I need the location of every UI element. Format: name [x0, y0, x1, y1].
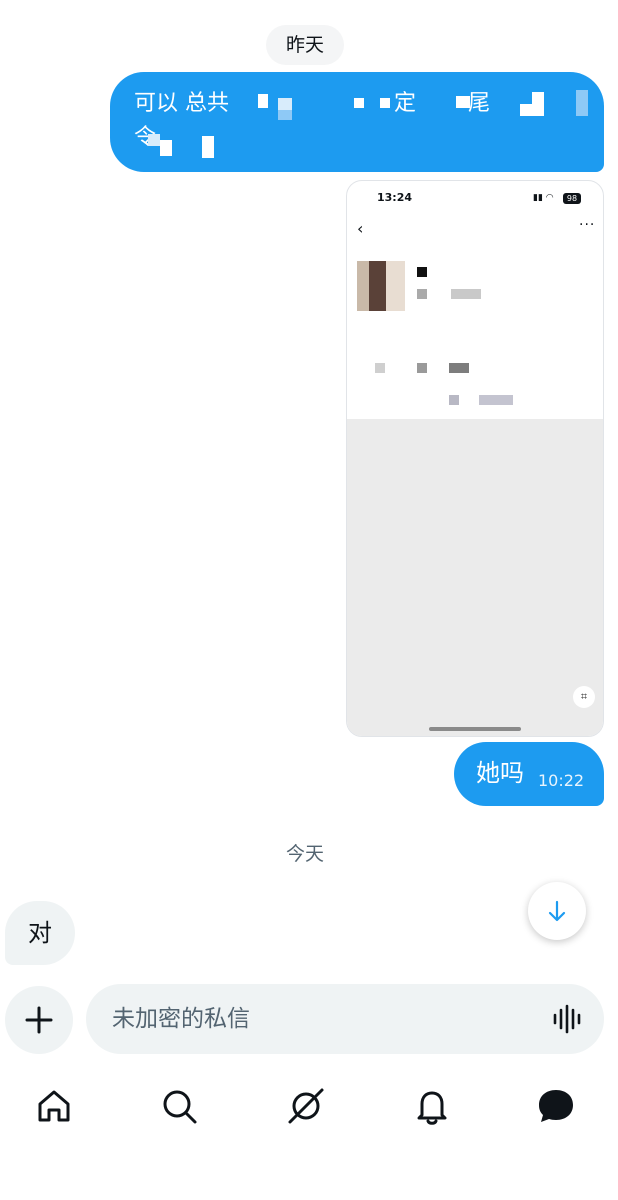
- mosaic-block: [532, 92, 544, 116]
- mosaic-block: [417, 289, 427, 299]
- search-icon: [163, 1090, 197, 1124]
- message-bubble-outgoing[interactable]: 她吗 10:22: [454, 742, 604, 806]
- message-composer[interactable]: 未加密的私信: [86, 984, 604, 1054]
- image-status-time: 13:24: [377, 191, 413, 204]
- mosaic-block: [449, 395, 459, 405]
- battery-icon: 98: [563, 193, 581, 204]
- date-separator-yesterday: 昨天: [266, 25, 344, 65]
- image-status-bar: 13:24 ▮▮ ◠ 98: [347, 181, 603, 215]
- arrow-down-icon: [548, 900, 566, 922]
- date-separator-today: 今天: [285, 843, 324, 865]
- plus-icon: [25, 1006, 53, 1034]
- tab-search[interactable]: [155, 1082, 203, 1130]
- back-icon: ‹: [357, 219, 364, 238]
- message-bubble-incoming[interactable]: 对: [5, 901, 75, 965]
- mosaic-block: [417, 363, 427, 373]
- mosaic-block: [479, 395, 513, 405]
- message-text: 对: [28, 919, 52, 947]
- message-bubble-outgoing[interactable]: 可以 总共 定 尾 令: [110, 72, 604, 172]
- mosaic-block: [160, 140, 172, 156]
- tab-messages[interactable]: [532, 1082, 580, 1130]
- scroll-to-bottom-button[interactable]: [528, 882, 586, 940]
- message-text: 她吗: [476, 759, 524, 787]
- message-text-fragment: 尾: [468, 91, 491, 116]
- add-attachment-button[interactable]: [5, 986, 73, 1054]
- message-input-placeholder[interactable]: 未加密的私信: [112, 1004, 250, 1034]
- message-text-line1: 可以 总共: [134, 91, 229, 116]
- mosaic-block: [417, 267, 427, 277]
- scan-icon: ⌗: [573, 686, 595, 708]
- messages-icon: [539, 1090, 573, 1122]
- avatar: [357, 261, 405, 311]
- message-image[interactable]: 13:24 ▮▮ ◠ 98 ‹ ··· ⌗: [346, 180, 604, 737]
- tab-grok[interactable]: [282, 1082, 330, 1130]
- mosaic-block: [449, 363, 469, 373]
- home-indicator: [429, 727, 521, 731]
- mosaic-block: [451, 289, 481, 299]
- tab-notifications[interactable]: [408, 1082, 456, 1130]
- message-text-fragment: 定: [394, 91, 417, 116]
- bell-icon: [417, 1091, 447, 1125]
- mosaic-block: [576, 90, 588, 116]
- mosaic-block: [258, 94, 268, 108]
- message-timestamp: 10:22: [538, 771, 585, 790]
- mosaic-block: [354, 98, 364, 108]
- mosaic-block: [202, 136, 214, 158]
- image-content-area: [347, 419, 603, 736]
- more-icon: ···: [579, 217, 596, 233]
- voice-waveform-icon[interactable]: [552, 1004, 584, 1034]
- mosaic-block: [278, 110, 292, 120]
- home-icon: [38, 1090, 70, 1122]
- mosaic-block: [278, 98, 292, 110]
- signal-wifi-icon: ▮▮ ◠: [533, 193, 554, 203]
- mosaic-block: [520, 104, 532, 116]
- tab-home[interactable]: [30, 1082, 78, 1130]
- mosaic-block: [456, 96, 470, 108]
- mosaic-block: [380, 98, 390, 108]
- grok-icon: [288, 1088, 324, 1124]
- mosaic-block: [148, 134, 160, 146]
- mosaic-block: [375, 363, 385, 373]
